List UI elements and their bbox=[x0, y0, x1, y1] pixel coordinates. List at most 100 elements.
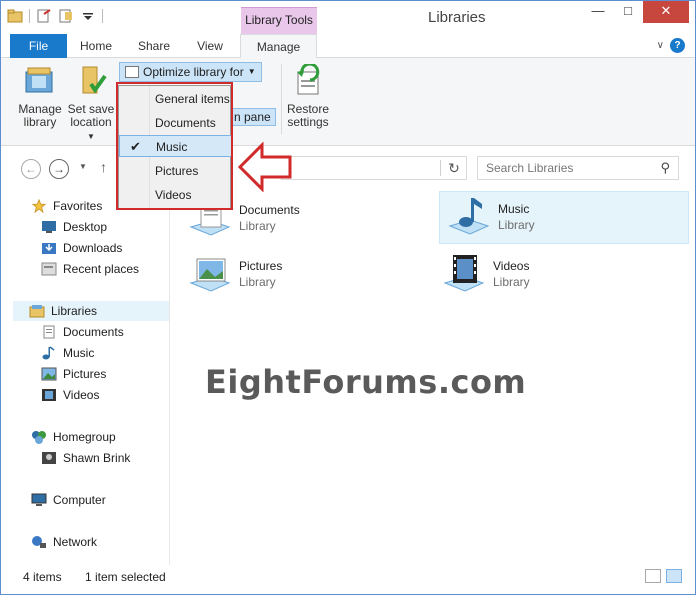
explorer-window: Library Tools Libraries — □ ✕ File Home … bbox=[0, 0, 696, 595]
title-bar: Library Tools Libraries — □ ✕ bbox=[1, 1, 695, 34]
nav-network[interactable]: Network bbox=[31, 532, 97, 552]
tab-file[interactable]: File bbox=[10, 34, 67, 58]
restore-settings-label-2: settings bbox=[287, 115, 329, 129]
nav-shawn-brink-label: Shawn Brink bbox=[63, 451, 131, 465]
quick-access-toolbar bbox=[7, 9, 103, 23]
customize-qat-icon[interactable] bbox=[80, 9, 96, 23]
nav-homegroup-label: Homegroup bbox=[53, 430, 116, 444]
libraries-icon bbox=[29, 305, 45, 318]
optimize-icon bbox=[125, 66, 139, 78]
library-name: Music bbox=[498, 202, 530, 216]
restore-settings-icon bbox=[297, 62, 320, 95]
library-item-music[interactable]: Music Library bbox=[439, 191, 689, 244]
item-count: 4 items bbox=[23, 570, 62, 584]
highlight-callout-box bbox=[116, 82, 233, 210]
selection-count: 1 item selected bbox=[85, 570, 166, 584]
ribbon-group-separator bbox=[281, 64, 282, 134]
folder-icon[interactable] bbox=[7, 9, 23, 23]
qat-separator bbox=[29, 9, 30, 23]
nav-desktop-label: Desktop bbox=[63, 220, 108, 234]
search-icon[interactable]: ⚲ bbox=[660, 160, 670, 176]
caption-buttons: — □ ✕ bbox=[583, 1, 689, 23]
nav-computer[interactable]: Computer bbox=[31, 490, 106, 510]
nav-documents-label: Documents bbox=[63, 325, 124, 339]
callout-arrow-icon bbox=[238, 142, 292, 192]
nav-pictures-label: Pictures bbox=[63, 367, 107, 381]
nav-homegroup[interactable]: Homegroup bbox=[31, 427, 116, 447]
nav-music[interactable]: Music bbox=[41, 343, 94, 363]
manage-library-button[interactable]: Manage library bbox=[17, 64, 63, 129]
set-save-location-label-2: location ▼ bbox=[65, 116, 117, 143]
window-title: Libraries bbox=[428, 9, 486, 26]
documents-icon bbox=[43, 325, 55, 339]
nav-computer-label: Computer bbox=[53, 493, 106, 507]
chevron-down-icon[interactable]: ∨ bbox=[657, 40, 664, 51]
search-placeholder: Search Libraries bbox=[486, 161, 574, 175]
library-type: Library bbox=[239, 219, 276, 233]
tab-share[interactable]: Share bbox=[129, 34, 179, 58]
search-input[interactable]: Search Libraries ⚲ bbox=[477, 156, 679, 180]
library-type: Library bbox=[498, 218, 535, 232]
recent-locations-chevron-icon[interactable]: ▼ bbox=[79, 162, 87, 171]
optimize-library-for-button[interactable]: Optimize library for ▼ bbox=[119, 62, 262, 82]
minimize-button[interactable]: — bbox=[583, 1, 613, 23]
nav-videos[interactable]: Videos bbox=[41, 385, 99, 405]
details-view-icon[interactable] bbox=[645, 569, 661, 583]
large-icons-view-icon[interactable] bbox=[666, 569, 682, 583]
nav-libraries-label: Libraries bbox=[51, 304, 98, 318]
pictures-library-icon bbox=[189, 258, 231, 292]
close-button[interactable]: ✕ bbox=[643, 1, 689, 23]
new-folder-icon[interactable] bbox=[58, 9, 74, 23]
forward-button[interactable]: → bbox=[49, 159, 69, 179]
nav-desktop[interactable]: Desktop bbox=[41, 217, 107, 237]
library-type: Library bbox=[239, 275, 276, 289]
pictures-icon bbox=[41, 367, 57, 381]
tab-manage[interactable]: Manage bbox=[240, 34, 317, 59]
library-type: Library bbox=[493, 275, 530, 289]
restore-settings-button[interactable]: Restore settings bbox=[283, 62, 333, 129]
desktop-icon bbox=[42, 221, 56, 233]
navigation-pane: Favorites Desktop Downloads Recent place… bbox=[1, 187, 169, 565]
nav-recent-places[interactable]: Recent places bbox=[41, 259, 139, 279]
nav-favorites[interactable]: Favorites bbox=[31, 196, 102, 216]
pane-splitter[interactable] bbox=[169, 187, 170, 565]
manage-library-label-2: library bbox=[23, 115, 57, 129]
maximize-button[interactable]: □ bbox=[613, 1, 643, 23]
nav-music-label: Music bbox=[63, 346, 95, 360]
film-icon bbox=[42, 389, 56, 401]
nav-shawn-brink[interactable]: Shawn Brink bbox=[41, 448, 130, 468]
library-name: Documents bbox=[239, 203, 300, 217]
folder-check-icon bbox=[82, 66, 107, 94]
music-note-icon bbox=[42, 346, 55, 360]
star-icon bbox=[31, 199, 47, 213]
videos-library-icon bbox=[443, 255, 485, 292]
library-name: Videos bbox=[493, 259, 530, 273]
address-divider bbox=[440, 160, 441, 176]
ribbon-tabs: File Home Share View Manage ∨ ? bbox=[1, 34, 695, 59]
show-in-navigation-pane-button[interactable]: n pane bbox=[229, 108, 276, 126]
nav-pictures[interactable]: Pictures bbox=[41, 364, 106, 384]
nav-downloads[interactable]: Downloads bbox=[41, 238, 122, 258]
computer-icon bbox=[31, 493, 47, 506]
tab-view[interactable]: View bbox=[185, 34, 235, 58]
address-bar[interactable]: ↻ bbox=[281, 156, 467, 180]
help-icon[interactable]: ? bbox=[670, 38, 685, 53]
set-save-location-button[interactable]: Set save location ▼ bbox=[65, 64, 117, 143]
library-item-pictures[interactable]: Pictures Library bbox=[181, 249, 391, 299]
nav-network-label: Network bbox=[53, 535, 98, 549]
tab-home[interactable]: Home bbox=[71, 34, 121, 58]
dropdown-arrow-icon: ▼ bbox=[247, 67, 256, 76]
nav-downloads-label: Downloads bbox=[63, 241, 123, 255]
nav-libraries[interactable]: Libraries bbox=[13, 301, 169, 321]
properties-icon[interactable] bbox=[36, 9, 52, 23]
nav-documents[interactable]: Documents bbox=[41, 322, 124, 342]
up-arrow-icon[interactable]: ↑ bbox=[100, 159, 107, 175]
back-button[interactable]: ← bbox=[21, 159, 41, 179]
library-item-videos[interactable]: Videos Library bbox=[435, 249, 645, 299]
nav-recent-places-label: Recent places bbox=[63, 262, 140, 276]
nav-videos-label: Videos bbox=[63, 388, 100, 402]
library-tools-contextual-tab: Library Tools bbox=[241, 7, 317, 34]
homegroup-icon bbox=[32, 431, 46, 444]
refresh-icon[interactable]: ↻ bbox=[445, 160, 463, 176]
navigation-bar: ← → ▼ ↑ ↻ Search Libraries ⚲ bbox=[1, 147, 695, 187]
